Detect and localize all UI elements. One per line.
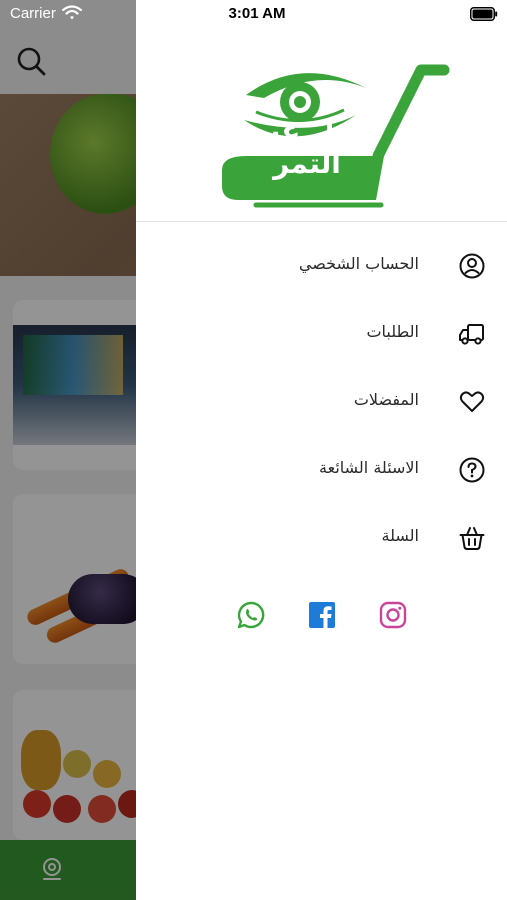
basket-icon <box>459 527 485 550</box>
facebook-icon[interactable] <box>307 600 337 630</box>
menu-item-faq[interactable]: الاسئلة الشائعة <box>136 442 507 498</box>
divider <box>136 221 507 222</box>
menu-item-label: الطلبات <box>366 322 419 341</box>
battery-icon <box>470 7 498 21</box>
question-circle-icon <box>459 457 485 483</box>
side-drawer: مول عين التمر الحساب الشخصي الطلبات المف… <box>136 0 507 900</box>
carrier-label: Carrier <box>10 5 56 22</box>
menu-item-orders[interactable]: الطلبات <box>136 306 507 362</box>
menu-item-profile[interactable]: الحساب الشخصي <box>136 238 507 294</box>
status-bar: Carrier 3:01 AM <box>0 0 507 28</box>
truck-icon <box>459 324 484 345</box>
clock: 3:01 AM <box>228 5 286 22</box>
instagram-icon[interactable] <box>378 600 408 630</box>
wifi-icon <box>62 5 82 20</box>
menu-item-label: المفضلات <box>353 390 419 409</box>
heart-icon <box>459 391 485 412</box>
whatsapp-icon[interactable] <box>236 600 266 630</box>
menu-item-favorites[interactable]: المفضلات <box>136 374 507 430</box>
logo-text: مول عين التمر <box>244 114 370 180</box>
menu-item-cart[interactable]: السلة <box>136 510 507 566</box>
menu-item-label: الحساب الشخصي <box>298 254 419 273</box>
menu-item-label: السلة <box>381 526 419 545</box>
user-circle-icon <box>459 253 485 279</box>
menu-item-label: الاسئلة الشائعة <box>319 458 419 477</box>
